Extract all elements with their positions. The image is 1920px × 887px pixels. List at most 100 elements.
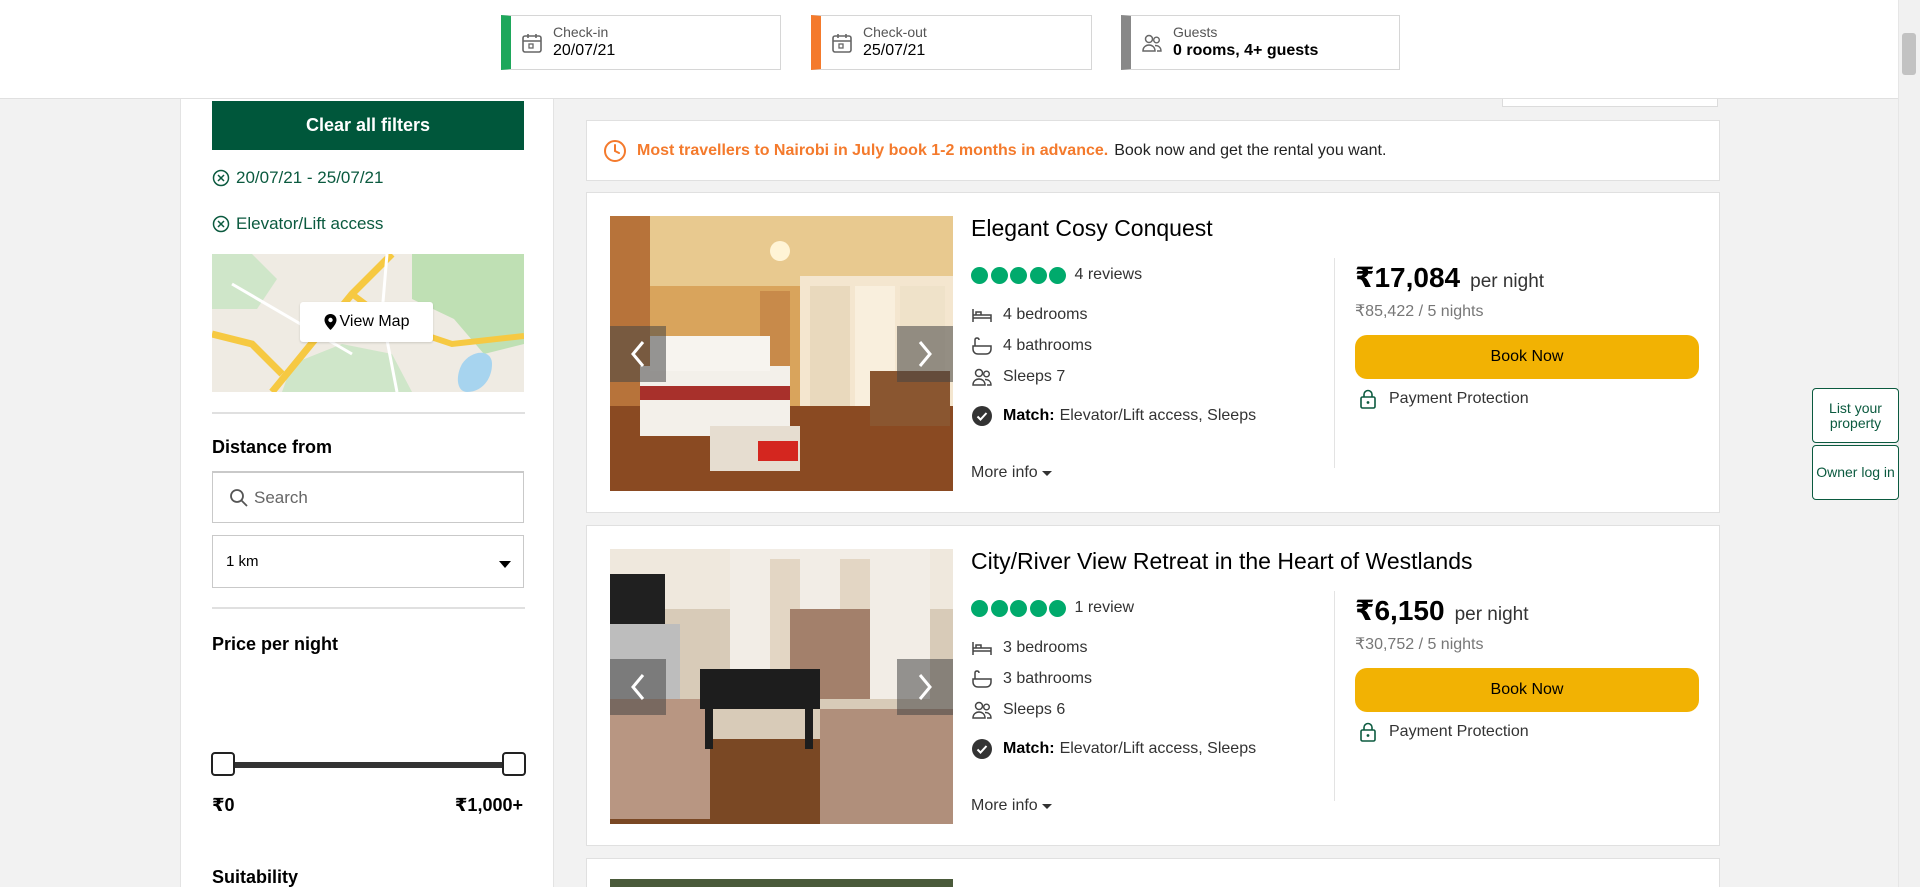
chevron-down-icon (499, 561, 511, 568)
remove-circle-icon[interactable] (212, 215, 230, 233)
checkout-field[interactable]: Check-out 25/07/21 (811, 15, 1092, 70)
per-night-label: per night (1454, 604, 1529, 625)
price-slider-track[interactable] (223, 762, 513, 768)
review-count[interactable]: 1 review (1075, 599, 1135, 617)
more-info-toggle[interactable]: More info (971, 797, 1052, 815)
caret-down-icon (1041, 470, 1052, 476)
chevron-right-icon (918, 674, 932, 700)
remove-circle-icon[interactable] (212, 169, 230, 187)
radius-selected-value: 1 km (226, 553, 259, 570)
total-price: ₹85,422 / 5 nights (1355, 303, 1484, 320)
match-value: Elevator/Lift access, Sleeps (1059, 407, 1257, 424)
payment-protection[interactable]: Payment Protection (1359, 722, 1529, 742)
owner-login-button[interactable]: Owner log in (1812, 445, 1899, 500)
rating-bubble (1049, 266, 1066, 284)
divider (1334, 258, 1335, 468)
rating-bubble (990, 599, 1008, 617)
page-scrollbar[interactable] (1898, 0, 1920, 887)
photo-next-button[interactable] (897, 659, 953, 715)
bedrooms-label: 3 bedrooms (1003, 639, 1088, 656)
review-count[interactable]: 4 reviews (1075, 266, 1143, 284)
booking-notice: Most travellers to Nairobi in July book … (586, 120, 1720, 181)
distance-search-input[interactable] (254, 487, 514, 508)
caret-down-icon (1041, 803, 1052, 809)
map-pin-icon (324, 314, 337, 330)
payment-protection-label: Payment Protection (1389, 390, 1529, 407)
sleeps-label: Sleeps 7 (1003, 368, 1066, 385)
search-header: Check-in 20/07/21 Check-out 25/07/21 Gue… (0, 0, 1898, 99)
rating-bubble (971, 266, 988, 284)
book-now-button[interactable]: Book Now (1355, 668, 1699, 712)
listing-photo[interactable] (610, 549, 953, 824)
suitability-title: Suitability (212, 867, 299, 887)
scrollbar-thumb[interactable] (1902, 33, 1916, 75)
distance-radius-select[interactable]: 1 km (212, 535, 524, 588)
rating-bubble (1049, 599, 1066, 617)
divider (1334, 591, 1335, 801)
listing-title[interactable]: Elegant Cosy Conquest (971, 215, 1213, 242)
view-map-button[interactable]: View Map (300, 302, 433, 342)
photo-prev-button[interactable] (610, 659, 666, 715)
feature-bedrooms: 3 bedrooms (971, 638, 1088, 658)
photo-next-button[interactable] (897, 326, 953, 382)
list-property-button[interactable]: List your property (1812, 388, 1899, 443)
filter-chip-label: Elevator/Lift access (236, 214, 384, 233)
chevron-left-icon (631, 341, 645, 367)
chevron-left-icon (631, 674, 645, 700)
distance-title: Distance from (212, 437, 333, 457)
payment-protection-label: Payment Protection (1389, 723, 1529, 740)
match-line: Match: Elevator/Lift access, Sleeps (971, 738, 1256, 760)
guests-icon (1142, 34, 1162, 52)
price-title: Price per night (212, 634, 339, 654)
listing-card[interactable]: Elegant Cosy Conquest 4 reviews 4 bedroo… (586, 192, 1720, 513)
rating-bubbles: 4 reviews (971, 266, 1142, 284)
listing-photo[interactable] (610, 216, 953, 491)
rating-bubble (1029, 599, 1047, 617)
feature-bathrooms: 3 bathrooms (971, 669, 1092, 689)
clear-filters-button[interactable]: Clear all filters (212, 101, 524, 150)
filter-chip-elevator[interactable]: Elevator/Lift access (212, 214, 383, 234)
filters-sidebar: Clear all filters 20/07/21 - 25/07/21 El… (180, 99, 554, 887)
price-value: ₹6,150 (1355, 595, 1445, 626)
listing-photo[interactable] (610, 879, 953, 887)
listing-title[interactable]: City/River View Retreat in the Heart of … (971, 548, 1473, 575)
book-now-button[interactable]: Book Now (1355, 335, 1699, 379)
bed-icon (972, 309, 992, 322)
price-value: ₹17,084 (1355, 262, 1461, 293)
price-slider-min-handle[interactable] (211, 752, 235, 776)
guests-field[interactable]: Guests 0 rooms, 4+ guests (1121, 15, 1400, 70)
sort-dropdown-edge[interactable] (1502, 98, 1718, 107)
calendar-icon (832, 33, 852, 53)
calendar-icon (522, 33, 542, 53)
rating-bubble (1010, 266, 1027, 284)
bathrooms-label: 3 bathrooms (1003, 670, 1092, 687)
guests-label: Guests (1173, 24, 1218, 40)
feature-sleeps: Sleeps 6 (971, 700, 1065, 720)
sleeps-label: Sleeps 6 (1003, 701, 1066, 718)
checkout-value: 25/07/21 (863, 42, 926, 59)
listing-card[interactable]: City/River View Retreat in the Heart of … (586, 525, 1720, 846)
checkin-field[interactable]: Check-in 20/07/21 (501, 15, 781, 70)
map-preview[interactable]: View Map (212, 254, 524, 392)
distance-search-field[interactable] (212, 471, 524, 523)
more-info-label: More info (971, 797, 1038, 814)
check-circle-icon (972, 739, 992, 759)
filter-chip-dates[interactable]: 20/07/21 - 25/07/21 (212, 168, 383, 188)
rating-bubble (1029, 266, 1047, 284)
photo-prev-button[interactable] (610, 326, 666, 382)
price-min-label: ₹0 (212, 795, 235, 815)
payment-protection[interactable]: Payment Protection (1359, 389, 1529, 409)
nightly-price: ₹6,150 per night (1355, 594, 1529, 627)
divider (212, 412, 525, 414)
search-icon (230, 488, 248, 507)
match-line: Match: Elevator/Lift access, Sleeps (971, 405, 1256, 427)
clock-icon (604, 139, 626, 162)
people-icon (972, 368, 992, 386)
bedrooms-label: 4 bedrooms (1003, 306, 1088, 323)
divider (212, 607, 525, 609)
check-circle-icon (972, 406, 992, 426)
price-slider-max-handle[interactable] (502, 752, 526, 776)
listing-card[interactable] (586, 858, 1720, 887)
match-label: Match: (1003, 407, 1055, 424)
more-info-toggle[interactable]: More info (971, 464, 1052, 482)
